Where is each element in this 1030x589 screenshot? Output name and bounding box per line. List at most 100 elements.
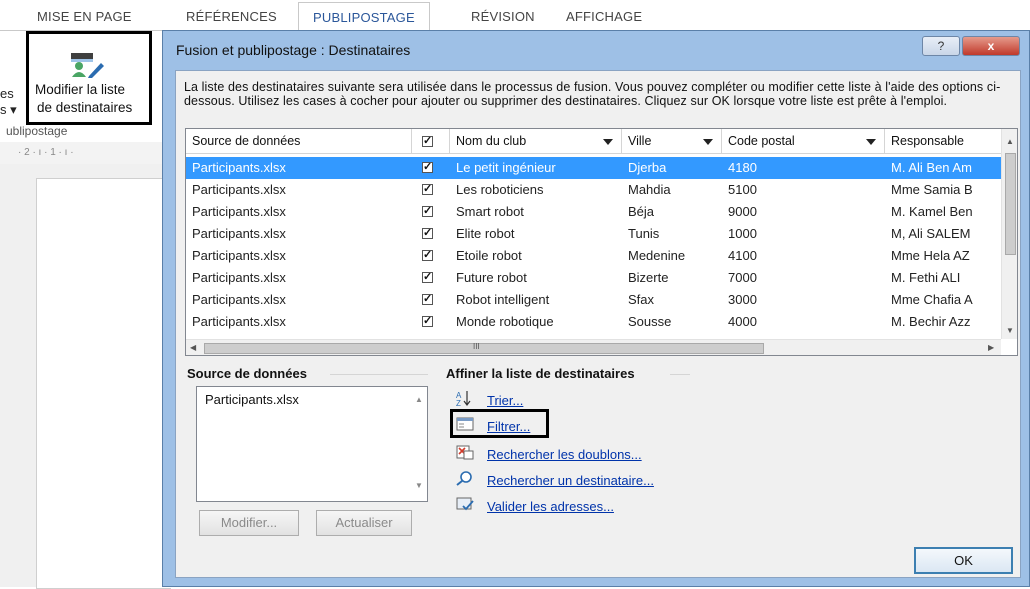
sort-dropdown-icon[interactable] (703, 139, 713, 145)
table-row[interactable]: Participants.xlsx ✓ Future robot Bizerte 700… (186, 267, 1001, 289)
dialog-instructions: La liste des destinataires suivante sera… (184, 80, 1001, 108)
document-page[interactable] (36, 178, 171, 589)
cell-club: Elite robot (456, 226, 515, 241)
duplicates-link-row[interactable] (456, 444, 474, 463)
help-button[interactable]: ? (922, 36, 960, 56)
cell-ville: Djerba (628, 160, 667, 175)
section-divider (670, 374, 690, 375)
validate-addresses-link[interactable]: Valider les adresses... (487, 499, 614, 514)
cell-club: Robot intelligent (456, 292, 550, 307)
find-recipient-link[interactable]: Rechercher un destinataire... (487, 473, 654, 488)
cell-checkbox[interactable]: ✓ (412, 179, 450, 201)
cell-club: Etoile robot (456, 248, 522, 263)
data-source-scrollbar[interactable]: ▲ ▼ (411, 387, 427, 501)
cell-club: Monde robotique (456, 314, 554, 329)
cell-responsable: M. Bechir Azz (891, 314, 971, 329)
find-recipient-link-row[interactable] (456, 470, 474, 489)
sort-az-icon: A Z (456, 391, 471, 408)
cell-checkbox[interactable]: ✓ (412, 267, 450, 289)
cell-checkbox[interactable]: ✓ (412, 311, 450, 333)
tab-revision[interactable]: RÉVISION (471, 9, 535, 24)
scroll-down-icon[interactable]: ▼ (415, 481, 423, 490)
scroll-thumb-vertical[interactable] (1005, 153, 1016, 255)
table-row[interactable]: Participants.xlsx ✓ Monde robotique Sousse 4… (186, 311, 1001, 333)
column-header-source[interactable]: Source de données (186, 129, 412, 153)
cell-ville: Sfax (628, 292, 655, 307)
select-all-checkbox[interactable]: ✓ (422, 136, 433, 147)
cell-source: Participants.xlsx (192, 314, 286, 329)
row-checkbox[interactable]: ✓ (422, 184, 433, 195)
ruler-ticks: · 2 · ı · 1 · ı · (18, 147, 74, 158)
cell-checkbox[interactable]: ✓ (412, 289, 450, 311)
cell-ville: Bizerte (628, 270, 669, 285)
row-checkbox[interactable]: ✓ (422, 206, 433, 217)
cell-responsable: Mme Samia B (891, 182, 973, 197)
validate-addresses-link-row[interactable] (456, 496, 474, 515)
table-row[interactable]: Participants.xlsx ✓ Les roboticiens Mahdia 5… (186, 179, 1001, 201)
table-row[interactable]: Participants.xlsx ✓ Elite robot Tunis 1000 M,… (186, 223, 1001, 245)
row-checkbox[interactable]: ✓ (422, 272, 433, 283)
scroll-left-icon[interactable]: ◀ (190, 343, 196, 352)
row-checkbox[interactable]: ✓ (422, 162, 433, 173)
table-row[interactable]: Participants.xlsx ✓ Robot intelligent Sfax 3… (186, 289, 1001, 311)
row-checkbox[interactable]: ✓ (422, 228, 433, 239)
ribbon-fragment-dropdown[interactable]: s ▾ (0, 102, 17, 118)
scroll-up-icon[interactable]: ▲ (1006, 137, 1014, 146)
sort-link-row[interactable]: A Z (456, 390, 474, 409)
cell-responsable: M. Kamel Ben (891, 204, 973, 219)
table-header: Source de données ✓ Nom du club Ville Co… (186, 129, 1001, 154)
sort-link[interactable]: Trier... (487, 393, 523, 408)
find-duplicates-link[interactable]: Rechercher les doublons... (487, 447, 642, 462)
sort-dropdown-icon[interactable] (866, 139, 876, 145)
horizontal-ruler: · 2 · ı · 1 · ı · (0, 142, 170, 164)
column-header-club[interactable]: Nom du club (450, 129, 622, 153)
row-checkbox[interactable]: ✓ (422, 250, 433, 261)
tab-affichage[interactable]: AFFICHAGE (566, 9, 642, 24)
row-checkbox[interactable]: ✓ (422, 294, 433, 305)
cell-ville: Medenine (628, 248, 686, 263)
cell-source: Participants.xlsx (192, 204, 286, 219)
sort-dropdown-icon[interactable] (603, 139, 613, 145)
table-row[interactable]: Participants.xlsx ✓ Etoile robot Medenine 41… (186, 245, 1001, 267)
cell-ville: Béja (628, 204, 655, 219)
scroll-thumb-horizontal[interactable]: III (204, 342, 764, 354)
horizontal-scrollbar[interactable]: ◀ III ▶ (186, 339, 1001, 355)
recipients-table: Source de données ✓ Nom du club Ville Co… (185, 128, 1018, 356)
cell-checkbox[interactable]: ✓ (412, 223, 450, 245)
table-row[interactable]: Participants.xlsx ✓ Le petit ingénieur Djer… (186, 157, 1001, 179)
cell-checkbox[interactable]: ✓ (412, 201, 450, 223)
tab-references[interactable]: RÉFÉRENCES (186, 9, 277, 24)
ribbon-group-label: ublipostage (6, 124, 68, 138)
edit-recipient-list-button[interactable]: Modifier la liste de destinataires (26, 31, 152, 125)
vertical-scrollbar[interactable]: ▲ ▼ (1001, 129, 1017, 339)
scroll-down-icon[interactable]: ▼ (1006, 326, 1014, 335)
ribbon-tab-bar: MISE EN PAGE RÉFÉRENCES PUBLIPOSTAGE RÉV… (0, 0, 1030, 30)
cell-code-postal: 4000 (728, 314, 757, 329)
cell-club: Smart robot (456, 204, 524, 219)
modify-button[interactable]: Modifier... (199, 510, 299, 536)
table-row[interactable]: Participants.xlsx ✓ Smart robot Béja 9000 M. … (186, 201, 1001, 223)
refine-section-label: Affiner la liste de destinataires (446, 366, 635, 381)
column-header-responsable[interactable]: Responsable (885, 129, 1001, 153)
tab-publipostage[interactable]: PUBLIPOSTAGE (298, 2, 430, 30)
column-header-ville[interactable]: Ville (622, 129, 722, 153)
column-header-checkbox[interactable]: ✓ (412, 129, 450, 153)
edit-list-label-line2: de destinataires (37, 100, 133, 115)
tab-mise-en-page[interactable]: MISE EN PAGE (37, 9, 132, 24)
scroll-right-icon[interactable]: ▶ (988, 343, 994, 352)
column-header-club-label: Nom du club (456, 134, 527, 148)
find-recipient-icon (456, 471, 472, 486)
close-button[interactable]: x (962, 36, 1020, 56)
scroll-up-icon[interactable]: ▲ (415, 395, 423, 404)
data-source-item[interactable]: Participants.xlsx (205, 392, 299, 407)
filter-highlight-box (450, 409, 549, 438)
cell-checkbox[interactable]: ✓ (412, 245, 450, 267)
data-source-list[interactable]: Participants.xlsx ▲ ▼ (196, 386, 428, 502)
row-checkbox[interactable]: ✓ (422, 316, 433, 327)
refresh-button[interactable]: Actualiser (316, 510, 412, 536)
ok-button[interactable]: OK (914, 547, 1013, 574)
cell-code-postal: 9000 (728, 204, 757, 219)
column-header-code-postal[interactable]: Code postal (722, 129, 885, 153)
cell-checkbox[interactable]: ✓ (412, 157, 450, 179)
cell-source: Participants.xlsx (192, 182, 286, 197)
